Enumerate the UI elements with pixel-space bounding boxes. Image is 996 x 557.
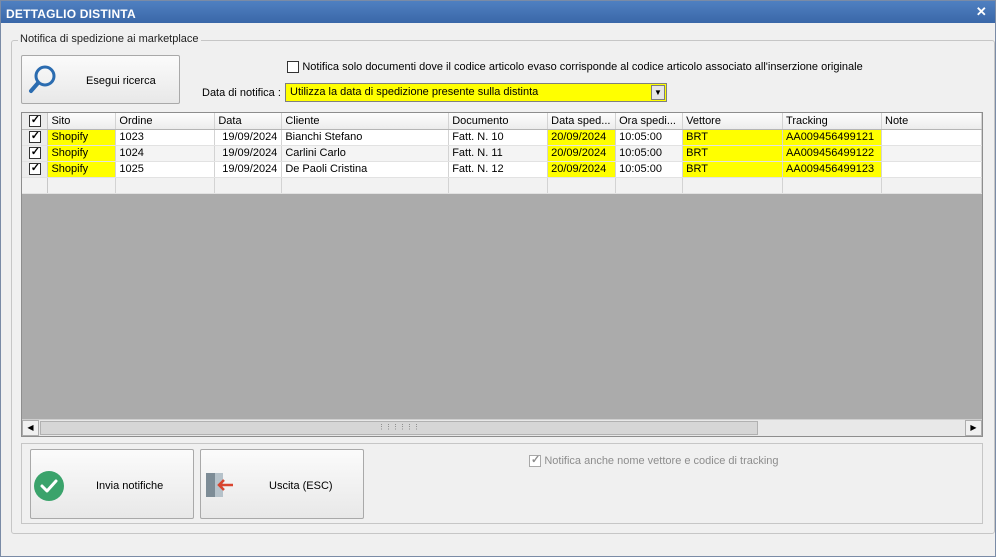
cell-data[interactable]: 19/09/2024 (214, 145, 283, 162)
col-header-vettore[interactable]: Vettore (682, 113, 784, 130)
group-legend: Notifica di spedizione ai marketplace (18, 33, 201, 45)
shipments-table: Sito Ordine Data Cliente Documento Data … (22, 113, 982, 194)
cell-cliente[interactable]: Carlini Carlo (281, 145, 450, 162)
cell-vettore[interactable]: BRT (682, 161, 784, 178)
row-checkbox[interactable] (22, 161, 49, 178)
include-carrier-label: Notifica anche nome vettore e codice di … (544, 455, 779, 467)
check-circle-icon (34, 471, 64, 501)
table-row[interactable]: Shopify 1023 19/09/2024 Bianchi Stefano … (22, 129, 982, 146)
cell-vettore[interactable]: BRT (682, 145, 784, 162)
send-notifications-button[interactable]: Invia notifiche (30, 449, 194, 519)
cell-data-spedizione[interactable]: 20/09/2024 (547, 161, 617, 178)
cell-ordine[interactable]: 1024 (115, 145, 216, 162)
row-checkbox[interactable] (22, 145, 49, 162)
notify-date-selected: Utilizza la data di spedizione presente … (290, 86, 539, 98)
new-row-selector[interactable] (22, 177, 49, 194)
cell-sito[interactable]: Shopify (47, 161, 117, 178)
cell-note[interactable] (881, 161, 982, 178)
cell-data[interactable]: 19/09/2024 (214, 161, 283, 178)
include-carrier-checkbox[interactable] (529, 453, 541, 467)
cell-data-spedizione[interactable]: 20/09/2024 (547, 145, 617, 162)
cell-ora-spedizione[interactable]: 10:05:00 (615, 161, 684, 178)
col-header-cliente[interactable]: Cliente (281, 113, 450, 130)
exit-button-label: Uscita (ESC) (269, 480, 333, 492)
include-carrier-option[interactable]: Notifica anche nome vettore e codice di … (529, 453, 779, 467)
exit-door-icon (206, 473, 233, 497)
notify-date-select[interactable]: Utilizza la data di spedizione presente … (285, 83, 667, 102)
table-row[interactable]: Shopify 1025 19/09/2024 De Paoli Cristin… (22, 161, 982, 178)
grid-header: Sito Ordine Data Cliente Documento Data … (22, 113, 982, 130)
search-button-label: Esegui ricerca (86, 75, 156, 87)
only-matching-label: Notifica solo documenti dove il codice a… (302, 61, 863, 73)
cell-tracking[interactable]: AA009456499122 (782, 145, 882, 162)
cell-ordine[interactable]: 1023 (115, 129, 216, 146)
notify-date-label: Data di notifica : (202, 87, 281, 99)
exit-button[interactable]: Uscita (ESC) (200, 449, 364, 519)
cell-data-spedizione[interactable]: 20/09/2024 (547, 129, 617, 146)
dialog-window: DETTAGLIO DISTINTA ✕ Notifica di spedizi… (0, 0, 996, 557)
chevron-down-icon[interactable]: ▼ (651, 85, 665, 100)
table-row[interactable]: Shopify 1024 19/09/2024 Carlini Carlo Fa… (22, 145, 982, 162)
new-row[interactable] (22, 177, 982, 194)
col-header-documento[interactable]: Documento (448, 113, 549, 130)
cell-ora-spedizione[interactable]: 10:05:00 (615, 129, 684, 146)
close-icon[interactable]: ✕ (976, 4, 987, 20)
scroll-right-icon[interactable]: ▶ (965, 420, 982, 436)
row-checkbox[interactable] (22, 129, 49, 146)
col-header-ordine[interactable]: Ordine (115, 113, 216, 130)
cell-note[interactable] (881, 145, 982, 162)
col-header-note[interactable]: Note (881, 113, 982, 130)
only-matching-option[interactable]: Notifica solo documenti dove il codice a… (287, 59, 863, 73)
scroll-left-icon[interactable]: ◀ (22, 420, 39, 436)
col-header-ora-spedizione[interactable]: Ora spedi... (615, 113, 684, 130)
col-header-sito[interactable]: Sito (47, 113, 117, 130)
cell-sito[interactable]: Shopify (47, 145, 117, 162)
col-header-data[interactable]: Data (214, 113, 283, 130)
cell-ordine[interactable]: 1025 (115, 161, 216, 178)
cell-cliente[interactable]: De Paoli Cristina (281, 161, 450, 178)
magnifier-icon (29, 65, 56, 93)
shipments-grid: Sito Ordine Data Cliente Documento Data … (21, 112, 983, 437)
title-bar: DETTAGLIO DISTINTA ✕ (1, 1, 995, 23)
select-all-checkbox[interactable] (22, 113, 49, 130)
cell-documento[interactable]: Fatt. N. 11 (448, 145, 549, 162)
cell-cliente[interactable]: Bianchi Stefano (281, 129, 450, 146)
cell-sito[interactable]: Shopify (47, 129, 117, 146)
search-button[interactable]: Esegui ricerca (21, 55, 180, 104)
cell-data[interactable]: 19/09/2024 (214, 129, 283, 146)
horizontal-scrollbar[interactable]: ◀ ⋮⋮⋮⋮⋮⋮ ▶ (22, 419, 982, 436)
cell-documento[interactable]: Fatt. N. 12 (448, 161, 549, 178)
scroll-thumb[interactable]: ⋮⋮⋮⋮⋮⋮ (40, 421, 758, 435)
cell-vettore[interactable]: BRT (682, 129, 784, 146)
col-header-data-spedizione[interactable]: Data sped... (547, 113, 617, 130)
cell-tracking[interactable]: AA009456499121 (782, 129, 882, 146)
cell-tracking[interactable]: AA009456499123 (782, 161, 882, 178)
only-matching-checkbox[interactable] (287, 60, 299, 73)
cell-documento[interactable]: Fatt. N. 10 (448, 129, 549, 146)
col-header-tracking[interactable]: Tracking (782, 113, 882, 130)
cell-note[interactable] (881, 129, 982, 146)
send-notifications-label: Invia notifiche (96, 480, 164, 492)
cell-ora-spedizione[interactable]: 10:05:00 (615, 145, 684, 162)
window-title: DETTAGLIO DISTINTA (6, 7, 136, 21)
